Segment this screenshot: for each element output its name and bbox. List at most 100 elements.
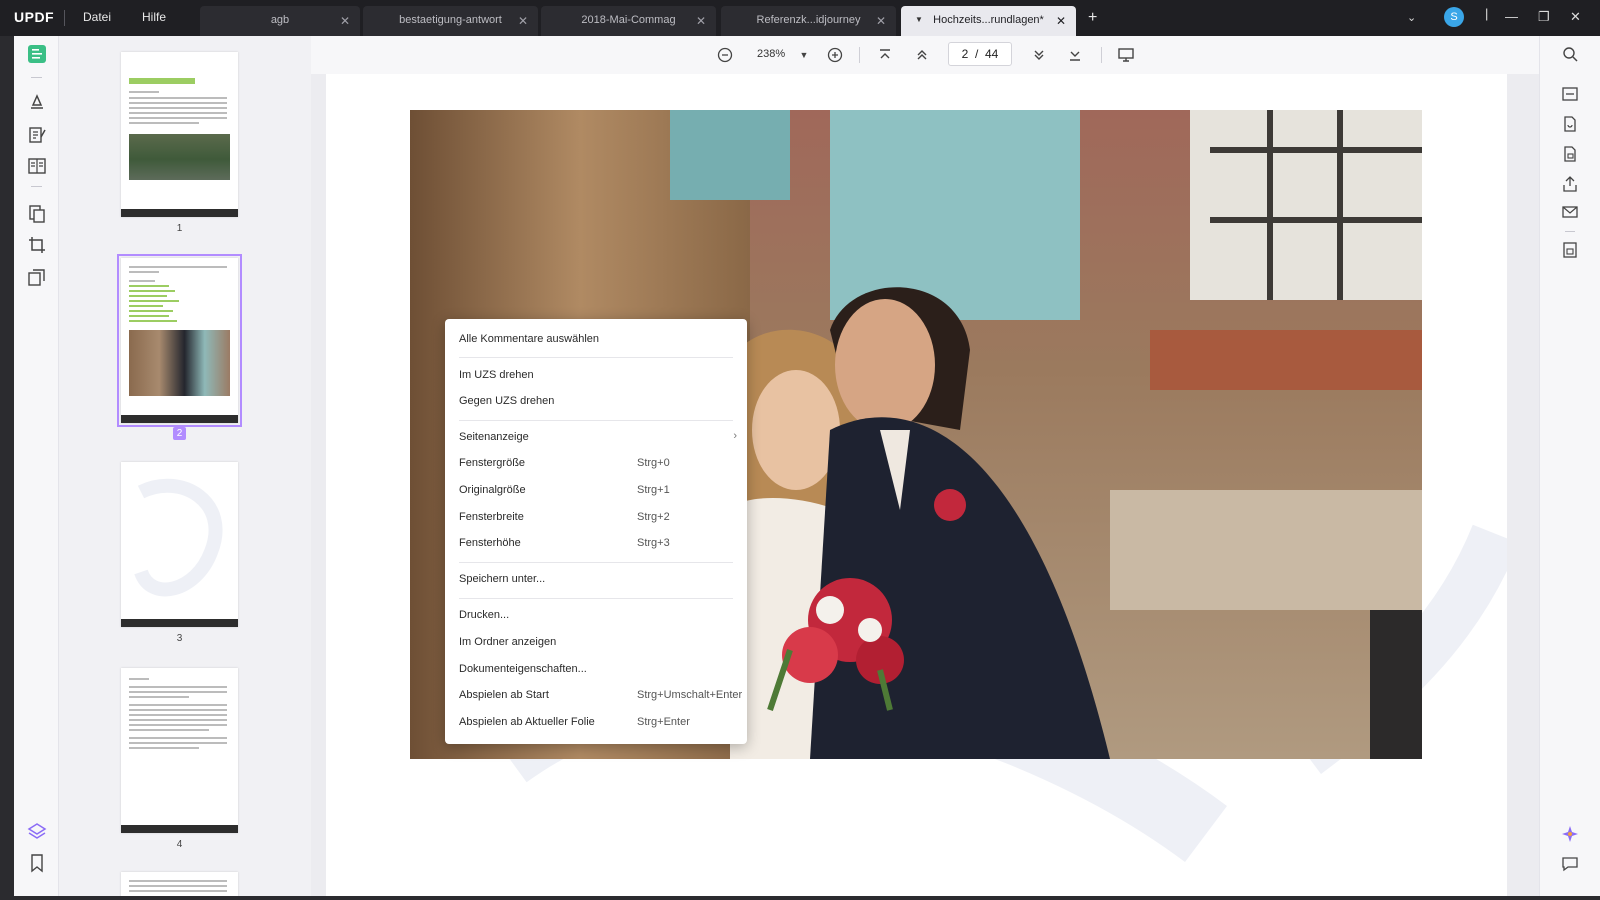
page-number-field[interactable]: 2 / 44: [948, 42, 1012, 66]
thumb-page-number: 4: [176, 839, 183, 850]
menu-shortcut: Strg+1: [637, 484, 670, 496]
thumb-list-line: [129, 285, 169, 287]
tab-label: bestaetigung-antwort: [399, 14, 502, 26]
highlighter-icon[interactable]: [27, 92, 47, 112]
menu-print[interactable]: Drucken...: [445, 604, 747, 628]
convert-pdf-icon[interactable]: [1561, 115, 1579, 133]
tab-referenz[interactable]: Referenzk...idjourney ✕: [721, 6, 896, 36]
thumb-page-number: 3: [176, 633, 183, 644]
organize-pages-icon[interactable]: [27, 204, 47, 224]
rail-divider: [1565, 231, 1575, 232]
bookmark-icon[interactable]: [27, 853, 47, 873]
protect-pdf-icon[interactable]: [1561, 145, 1579, 163]
menu-play-from-start[interactable]: Abspielen ab Start Strg+Umschalt+Enter: [445, 684, 747, 708]
share-icon[interactable]: [1561, 175, 1579, 193]
new-tab-icon[interactable]: +: [1088, 9, 1097, 27]
thumb-page-number-selected: 2: [121, 427, 238, 440]
close-icon[interactable]: ✕: [696, 14, 706, 28]
close-icon[interactable]: ✕: [518, 14, 528, 28]
menu-play-from-current[interactable]: Abspielen ab Aktueller Folie Strg+Enter: [445, 711, 747, 735]
email-icon[interactable]: [1561, 203, 1579, 221]
thumb-text-line: [129, 112, 227, 114]
menu-doc-properties[interactable]: Dokumenteigenschaften...: [445, 658, 747, 682]
tab-agb[interactable]: agb ✕: [200, 6, 360, 36]
close-icon[interactable]: ✕: [1056, 14, 1066, 28]
menu-original-size[interactable]: Originalgröße Strg+1: [445, 479, 747, 503]
close-window-icon[interactable]: ✕: [1570, 9, 1581, 25]
menu-item-label: Fensterbreite: [459, 511, 524, 523]
close-icon[interactable]: ✕: [876, 14, 886, 28]
ocr-icon[interactable]: [1561, 85, 1579, 103]
menu-rotate-cw[interactable]: Im UZS drehen: [445, 364, 747, 388]
menu-select-all-comments[interactable]: Alle Kommentare auswählen: [445, 328, 747, 352]
last-page-icon[interactable]: [1065, 45, 1085, 65]
total-pages: 44: [985, 47, 999, 61]
menu-item-label: Abspielen ab Aktueller Folie: [459, 716, 595, 728]
ai-assistant-icon[interactable]: [1561, 825, 1579, 843]
chevron-down-icon[interactable]: ⌄: [1407, 11, 1416, 24]
title-divider: [64, 10, 65, 26]
thumb-text-line: [129, 729, 209, 731]
comment-icon[interactable]: [1561, 855, 1579, 873]
tab-hochzeits[interactable]: ▼ Hochzeits...rundlagen* ✕: [901, 6, 1076, 36]
thumbnail-panel[interactable]: 1 2 3 4: [59, 36, 311, 896]
thumb-text-line: [129, 107, 227, 109]
page-thumbnail[interactable]: [121, 52, 238, 217]
menu-fit-window[interactable]: Fenstergröße Strg+0: [445, 452, 747, 476]
close-icon[interactable]: ✕: [340, 14, 350, 28]
zoom-out-icon[interactable]: [715, 45, 735, 65]
menu-fit-width[interactable]: Fensterbreite Strg+2: [445, 506, 747, 530]
reader-icon[interactable]: [27, 44, 47, 64]
thumb-list-line: [129, 290, 175, 292]
left-tool-rail: [14, 36, 59, 896]
menu-item-label: Speichern unter...: [459, 573, 546, 585]
menu-help[interactable]: Hilfe: [142, 10, 166, 24]
menu-shortcut: Strg+3: [637, 537, 670, 549]
save-icon[interactable]: [1561, 241, 1579, 259]
menu-rotate-ccw[interactable]: Gegen UZS drehen: [445, 390, 747, 414]
thumb-text-line: [129, 724, 227, 726]
thumb-list-line: [129, 295, 167, 297]
layers-icon[interactable]: [27, 821, 47, 841]
thumb-text-line: [129, 122, 199, 124]
minimize-icon[interactable]: —: [1505, 9, 1518, 24]
menu-shortcut: Strg+0: [637, 457, 670, 469]
thumb-list-line: [129, 315, 169, 317]
search-icon[interactable]: [1561, 45, 1579, 63]
thumb-text-line: [129, 737, 227, 739]
thumb-text-line: [129, 91, 159, 93]
menu-page-display[interactable]: Seitenanzeige ›: [445, 426, 747, 450]
page-thumbnail[interactable]: [121, 872, 238, 896]
menu-item-label: Originalgröße: [459, 484, 526, 496]
tab-commag[interactable]: 2018-Mai-Commag ✕: [541, 6, 716, 36]
thumb-text-line: [129, 747, 199, 749]
thumb-text-line: [129, 97, 227, 99]
crop-icon[interactable]: [27, 235, 47, 255]
form-icon[interactable]: [27, 156, 47, 176]
thumb-text-line: [129, 678, 149, 680]
menu-file[interactable]: Datei: [83, 10, 111, 24]
restore-icon[interactable]: ❐: [1538, 9, 1550, 25]
first-page-icon[interactable]: [875, 45, 895, 65]
page-thumbnail[interactable]: [121, 462, 238, 627]
zoom-in-icon[interactable]: [825, 45, 845, 65]
page-thumbnail[interactable]: [121, 668, 238, 833]
tab-bestaetigung[interactable]: bestaetigung-antwort ✕: [363, 6, 538, 36]
page-thumbnail-selected[interactable]: [117, 254, 242, 427]
previous-page-icon[interactable]: [912, 45, 932, 65]
avatar[interactable]: S: [1444, 7, 1464, 27]
menu-separator: [459, 420, 733, 421]
menu-show-in-folder[interactable]: Im Ordner anzeigen: [445, 631, 747, 655]
menu-shortcut: Strg+Enter: [637, 716, 690, 728]
pages-stack-icon[interactable]: [27, 267, 47, 287]
thumb-text-line: [129, 890, 227, 892]
thumb-text-line: [129, 696, 189, 698]
next-page-icon[interactable]: [1029, 45, 1049, 65]
menu-fit-height[interactable]: Fensterhöhe Strg+3: [445, 532, 747, 556]
zoom-level[interactable]: 238%: [757, 48, 785, 60]
thumb-text-line: [129, 117, 227, 119]
edit-text-icon[interactable]: [27, 125, 47, 145]
slideshow-icon[interactable]: [1116, 45, 1136, 65]
menu-save-as[interactable]: Speichern unter...: [445, 568, 747, 592]
zoom-dropdown-icon[interactable]: ▼: [794, 45, 814, 65]
